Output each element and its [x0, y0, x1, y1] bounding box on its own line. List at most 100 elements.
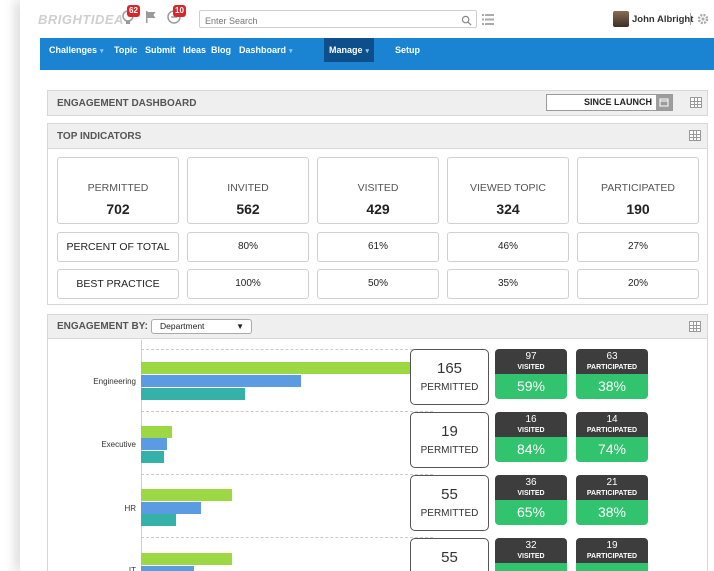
chevron-down-icon: ▼: [236, 322, 244, 331]
visited-percent: 65%: [495, 500, 567, 525]
percent-cell: 27%: [577, 232, 699, 262]
percent-cell: 46%: [447, 232, 569, 262]
visited-count: 97: [525, 351, 537, 362]
participated-label: PARTICIPATED: [586, 364, 638, 371]
bar-participated[interactable]: [141, 451, 164, 463]
panel-header: TOP INDICATORS: [48, 124, 707, 149]
participated-count: 21: [606, 477, 618, 488]
permitted-count: 19: [441, 423, 458, 440]
bar-permitted[interactable]: [141, 426, 172, 438]
visited-stat: 97 VISITED 59%: [495, 349, 567, 399]
participated-stat: 63 PARTICIPATED 38%: [576, 349, 648, 399]
nav-item-challenges[interactable]: Challenges ▾: [44, 38, 109, 62]
engagement-chart: Engineering Executive HR IT 165 PERMITTE…: [48, 340, 709, 571]
bar-visited[interactable]: [141, 375, 301, 387]
table-view-icon[interactable]: [689, 321, 701, 332]
bar-permitted[interactable]: [141, 362, 413, 374]
group-by-select[interactable]: Department ▼: [151, 319, 252, 334]
department-label: IT: [128, 566, 136, 571]
permitted-box: 19 PERMITTED: [410, 412, 489, 468]
app-window: BRIGHTIDEA 62 10 John Albright Cha: [20, 0, 714, 571]
nav-item-dashboard[interactable]: Dashboard ▾: [234, 38, 298, 62]
nav-label: Submit: [145, 45, 176, 55]
row-divider: [141, 474, 433, 475]
participated-stat: 21 PARTICIPATED 38%: [576, 475, 648, 525]
participated-count: 19: [606, 540, 618, 551]
date-range-select[interactable]: SINCE LAUNCH: [546, 94, 673, 111]
participated-stat: 14 PARTICIPATED 74%: [576, 412, 648, 462]
permitted-count: 165: [436, 360, 463, 377]
chevron-down-icon: ▾: [365, 48, 370, 55]
visited-stat: 16 VISITED 84%: [495, 412, 567, 462]
best-practice-cell: 50%: [317, 269, 439, 299]
visited-stat: 32 VISITED: [495, 538, 567, 571]
search-icon[interactable]: [461, 13, 472, 31]
flag-icon[interactable]: [143, 9, 159, 25]
calendar-icon[interactable]: [656, 95, 672, 110]
nav-item-topic[interactable]: Topic: [109, 38, 142, 62]
participated-label: PARTICIPATED: [586, 427, 638, 434]
visited-count: 36: [525, 477, 537, 488]
nav-item-submit[interactable]: Submit: [140, 38, 181, 62]
brand-logo[interactable]: BRIGHTIDEA: [38, 12, 124, 27]
section-title: ENGAGEMENT BY:: [57, 321, 148, 332]
indicator-value: 429: [366, 201, 390, 217]
permitted-label: PERMITTED: [420, 508, 479, 519]
table-view-icon[interactable]: [689, 130, 701, 141]
list-view-icon[interactable]: [482, 12, 494, 30]
nav-item-setup[interactable]: Setup: [390, 38, 425, 62]
date-range-label: SINCE LAUNCH: [583, 97, 652, 107]
section-title: TOP INDICATORS: [57, 131, 142, 142]
indicator-label: PARTICIPATED: [601, 182, 675, 194]
participated-percent: 38%: [576, 374, 648, 399]
bar-participated[interactable]: [141, 514, 176, 526]
department-label: Engineering: [93, 377, 136, 386]
page-title: ENGAGEMENT DASHBOARD: [57, 98, 197, 109]
indicator-value: 562: [236, 201, 260, 217]
indicator-card-viewed-topic: VIEWED TOPIC 324: [447, 157, 569, 224]
percent-cell: 61%: [317, 232, 439, 262]
indicator-card-participated: PARTICIPATED 190: [577, 157, 699, 224]
best-practice-cell: 20%: [577, 269, 699, 299]
top-indicators-panel: TOP INDICATORS PERMITTED 702 INVITED 562…: [47, 123, 708, 305]
permitted-label: PERMITTED: [420, 445, 479, 456]
percent-of-total-label: PERCENT OF TOTAL: [57, 232, 179, 262]
avatar[interactable]: [613, 11, 629, 27]
nav-item-blog[interactable]: Blog: [206, 38, 236, 62]
bar-permitted[interactable]: [141, 489, 232, 501]
message-badge: 10: [173, 5, 186, 17]
row-divider: [141, 411, 433, 412]
table-view-icon[interactable]: [690, 97, 702, 108]
top-bar: BRIGHTIDEA 62 10 John Albright: [20, 0, 714, 38]
bar-permitted[interactable]: [141, 553, 232, 565]
panel-header: ENGAGEMENT BY: Department ▼: [48, 315, 707, 339]
group-by-value: Department: [160, 321, 205, 331]
indicator-card-permitted: PERMITTED 702: [57, 157, 179, 224]
visited-count: 32: [525, 540, 537, 551]
bar-visited[interactable]: [141, 566, 194, 571]
best-practice-cell: 100%: [187, 269, 309, 299]
department-label: HR: [124, 504, 136, 513]
participated-count: 14: [606, 414, 618, 425]
search-input[interactable]: [200, 13, 440, 29]
visited-label: VISITED: [517, 490, 545, 497]
indicator-label: VISITED: [357, 182, 399, 194]
indicator-label: VIEWED TOPIC: [469, 182, 547, 194]
visited-label: VISITED: [517, 364, 545, 371]
bar-participated[interactable]: [141, 388, 245, 400]
gear-icon[interactable]: [697, 12, 709, 30]
visited-stat: 36 VISITED 65%: [495, 475, 567, 525]
indicator-value: 190: [626, 201, 650, 217]
user-name[interactable]: John Albright: [632, 14, 693, 25]
nav-item-manage[interactable]: Manage ▾: [324, 38, 375, 62]
participated-percent: 74%: [576, 437, 648, 462]
participated-stat: 19 PARTICIPATED: [576, 538, 648, 571]
bar-visited[interactable]: [141, 502, 201, 514]
participated-count: 63: [606, 351, 618, 362]
permitted-box: 55 PERMITTED: [410, 475, 489, 531]
indicator-label: PERMITTED: [87, 182, 149, 194]
engagement-by-panel: ENGAGEMENT BY: Department ▼ Engineering …: [47, 314, 708, 571]
bar-visited[interactable]: [141, 438, 167, 450]
best-practice-cell: 35%: [447, 269, 569, 299]
row-divider: [141, 349, 433, 350]
